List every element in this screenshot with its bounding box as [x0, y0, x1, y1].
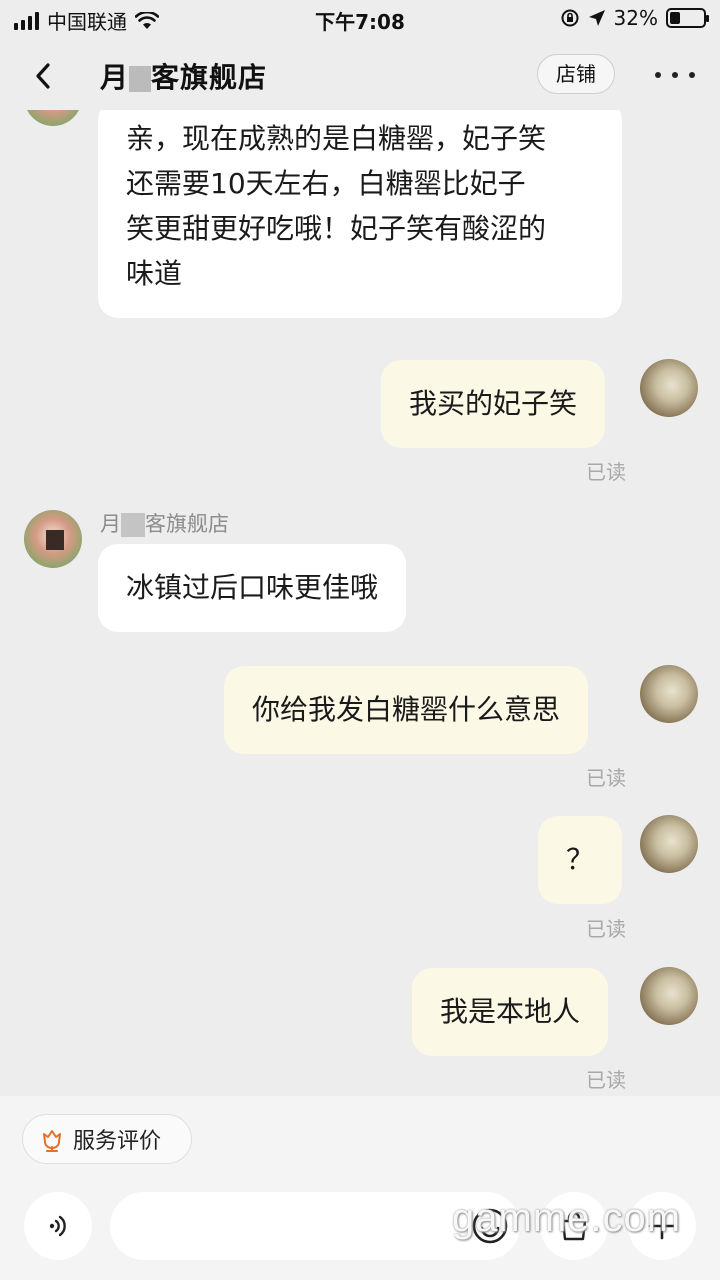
- service-review-button[interactable]: 服务评价: [22, 1114, 192, 1164]
- battery-percent: 32%: [613, 6, 658, 30]
- status-bar: 中国联通 下午7:08 32%: [0, 0, 720, 38]
- my-avatar[interactable]: [640, 815, 698, 873]
- message-line: 冰镇过后口味更佳哦: [126, 571, 379, 604]
- more-dot-icon: [655, 72, 661, 78]
- message-line: 亲，现在成熟的是白糖罂，妃子笑: [126, 122, 547, 155]
- read-receipt: 已读: [586, 766, 626, 790]
- service-review-label: 服务评价: [73, 1129, 162, 1154]
- read-receipt: 已读: [586, 460, 626, 484]
- title-start: 月: [100, 61, 130, 94]
- shop-button[interactable]: 店铺: [537, 54, 615, 94]
- chevron-left-icon: [36, 63, 50, 89]
- chat-header: 月客旗舰店 店铺: [0, 38, 720, 110]
- sender-name: 月客旗舰店: [100, 508, 229, 538]
- more-options-button[interactable]: [655, 58, 695, 92]
- sender-name-start: 月: [100, 512, 121, 536]
- message-bubble-incoming[interactable]: 亲，现在成熟的是白糖罂，妃子笑 还需要10天左右，白糖罂比妃子 笑更甜更好吃哦！…: [98, 110, 622, 318]
- message-bubble-outgoing[interactable]: 你给我发白糖罂什么意思: [224, 666, 589, 754]
- shop-avatar[interactable]: [24, 510, 82, 568]
- message-line: 还需要10天左右，白糖罂比妃子: [126, 167, 526, 200]
- message-bubble-outgoing[interactable]: ？: [538, 816, 623, 904]
- title-end: 客旗舰店: [151, 61, 268, 94]
- redaction-mosaic: [121, 513, 145, 537]
- my-avatar[interactable]: [640, 967, 698, 1025]
- back-button[interactable]: [26, 58, 62, 94]
- shop-avatar[interactable]: [24, 110, 82, 126]
- read-receipt: 已读: [586, 917, 626, 941]
- more-dot-icon: [689, 72, 695, 78]
- bottom-panel: 服务评价: [0, 1096, 720, 1280]
- watermark: gamme.com: [452, 1196, 682, 1240]
- message-bubble-outgoing[interactable]: 我是本地人: [412, 968, 609, 1056]
- message-line: 我买的妃子笑: [409, 387, 578, 420]
- message-line: 我是本地人: [440, 995, 581, 1028]
- sender-name-end: 客旗舰店: [145, 512, 229, 536]
- flower-icon: [43, 1130, 61, 1152]
- voice-icon: [49, 1215, 66, 1237]
- redaction-mosaic: [129, 66, 152, 92]
- message-bubble-outgoing[interactable]: 我买的妃子笑: [381, 360, 606, 448]
- read-receipt: 已读: [586, 1068, 626, 1092]
- message-line: 笑更甜更好吃哦！妃子笑有酸涩的: [126, 212, 547, 245]
- message-line: 你给我发白糖罂什么意思: [252, 693, 561, 726]
- page-title: 月客旗舰店: [100, 56, 267, 96]
- more-dot-icon: [672, 72, 678, 78]
- voice-button[interactable]: [24, 1192, 92, 1260]
- my-avatar[interactable]: [640, 665, 698, 723]
- status-right: 32%: [560, 6, 709, 30]
- message-bubble-incoming[interactable]: 冰镇过后口味更佳哦: [98, 544, 407, 632]
- message-line: ？: [566, 843, 595, 876]
- message-list[interactable]: 亲，现在成熟的是白糖罂，妃子笑 还需要10天左右，白糖罂比妃子 笑更甜更好吃哦！…: [0, 110, 720, 1096]
- message-line: 味道: [126, 257, 183, 290]
- battery-icon: [666, 8, 709, 28]
- location-arrow-icon: [588, 10, 605, 26]
- orientation-lock-icon: [561, 9, 579, 27]
- my-avatar[interactable]: [640, 359, 698, 417]
